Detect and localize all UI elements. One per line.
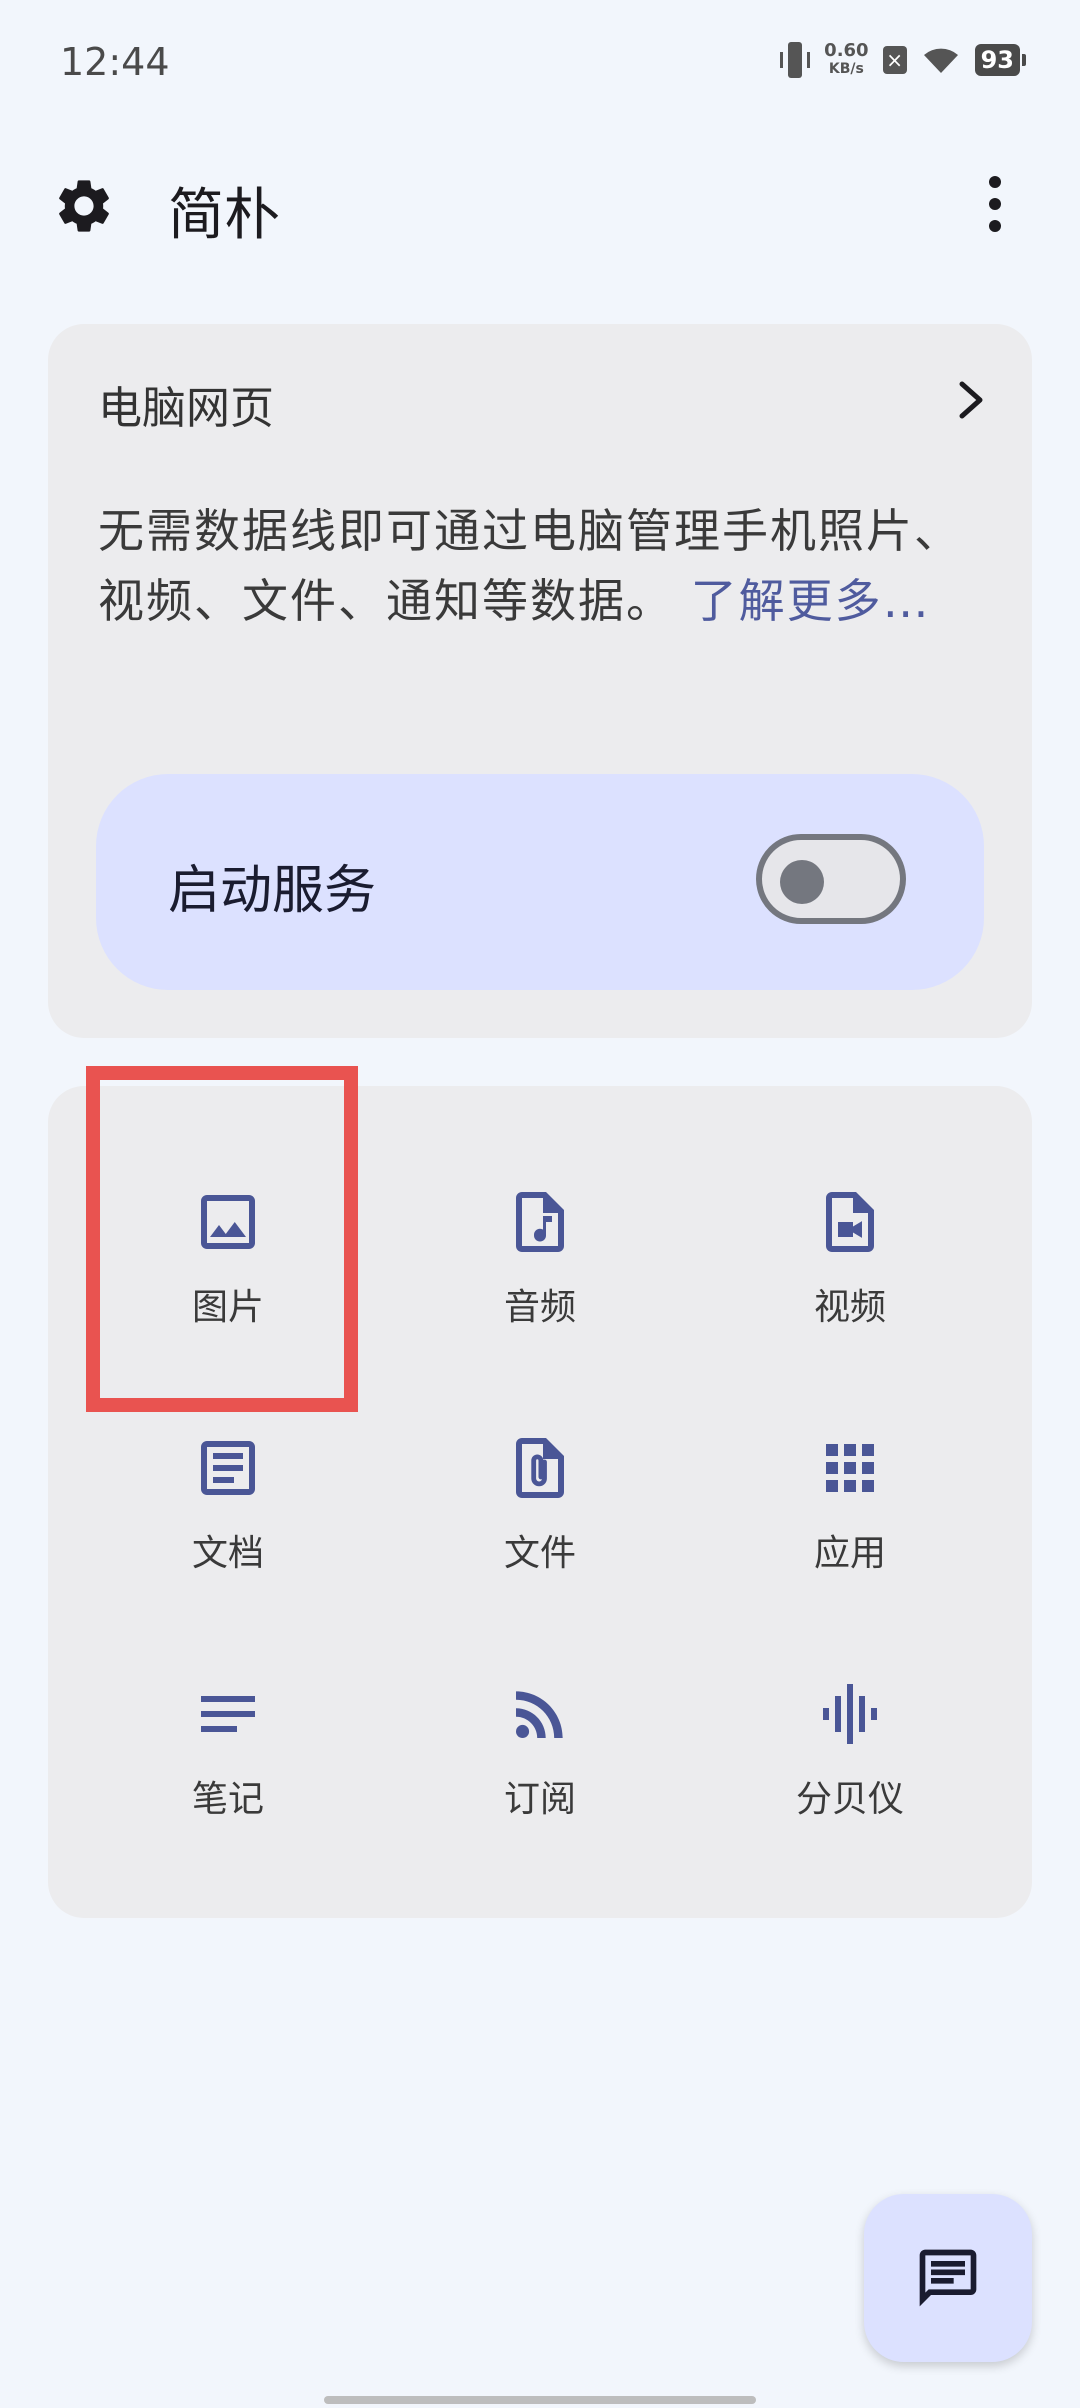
highlight-box bbox=[86, 1066, 358, 1412]
toggle-knob bbox=[780, 860, 824, 904]
feature-label: 文件 bbox=[503, 1533, 576, 1574]
feature-files[interactable]: 文件 bbox=[420, 1432, 660, 1632]
feedback-fab[interactable] bbox=[864, 2194, 1032, 2362]
start-service-toggle[interactable] bbox=[756, 834, 906, 924]
net-speed-unit: KB/s bbox=[828, 61, 864, 77]
sound-wave-icon bbox=[823, 1684, 877, 1744]
start-service-label: 启动服务 bbox=[168, 861, 377, 921]
feature-apps[interactable]: 应用 bbox=[730, 1432, 970, 1632]
feature-label: 视频 bbox=[813, 1287, 886, 1328]
notes-lines-icon bbox=[201, 1696, 255, 1732]
feature-documents[interactable]: 文档 bbox=[108, 1432, 348, 1632]
feature-decibel-meter[interactable]: 分贝仪 bbox=[730, 1678, 970, 1878]
status-time: 12:44 bbox=[60, 40, 170, 84]
wifi-icon bbox=[923, 48, 958, 73]
feature-label: 分贝仪 bbox=[795, 1779, 904, 1820]
feature-notes[interactable]: 笔记 bbox=[108, 1678, 348, 1878]
battery-level: 93 bbox=[974, 44, 1027, 76]
feature-label: 笔记 bbox=[191, 1779, 264, 1820]
net-speed: 0.60 KB/s bbox=[824, 42, 868, 78]
attachment-file-icon bbox=[516, 1438, 564, 1498]
document-icon bbox=[201, 1441, 255, 1495]
learn-more-link[interactable]: 了解更多… bbox=[691, 574, 931, 628]
feature-label: 文档 bbox=[191, 1533, 264, 1574]
blocked-icon: × bbox=[882, 46, 907, 74]
web-card-title: 电脑网页 bbox=[98, 383, 274, 434]
feature-label: 音频 bbox=[503, 1287, 576, 1328]
feature-audio[interactable]: 音频 bbox=[420, 1186, 660, 1386]
web-card-description: 无需数据线即可通过电脑管理手机照片、视频、文件、通知等数据。 了解更多… bbox=[98, 496, 978, 636]
vibrate-icon bbox=[780, 42, 811, 78]
rss-feed-icon bbox=[516, 1691, 563, 1738]
chevron-right-icon[interactable] bbox=[952, 378, 992, 422]
video-file-icon bbox=[826, 1192, 874, 1252]
status-icons: 0.60 KB/s × 93 bbox=[780, 42, 1027, 78]
more-vert-icon[interactable] bbox=[980, 174, 1010, 234]
feature-label: 订阅 bbox=[503, 1779, 576, 1820]
home-indicator[interactable] bbox=[324, 2396, 756, 2404]
net-speed-value: 0.60 bbox=[824, 40, 869, 61]
feature-video[interactable]: 视频 bbox=[730, 1186, 970, 1386]
chat-icon bbox=[919, 2249, 977, 2307]
feature-label: 应用 bbox=[813, 1533, 886, 1574]
feature-subscriptions[interactable]: 订阅 bbox=[420, 1678, 660, 1878]
apps-grid-icon bbox=[826, 1444, 874, 1492]
app-title: 简朴 bbox=[168, 183, 280, 248]
audio-file-icon bbox=[516, 1192, 564, 1252]
gear-icon[interactable] bbox=[52, 174, 116, 238]
